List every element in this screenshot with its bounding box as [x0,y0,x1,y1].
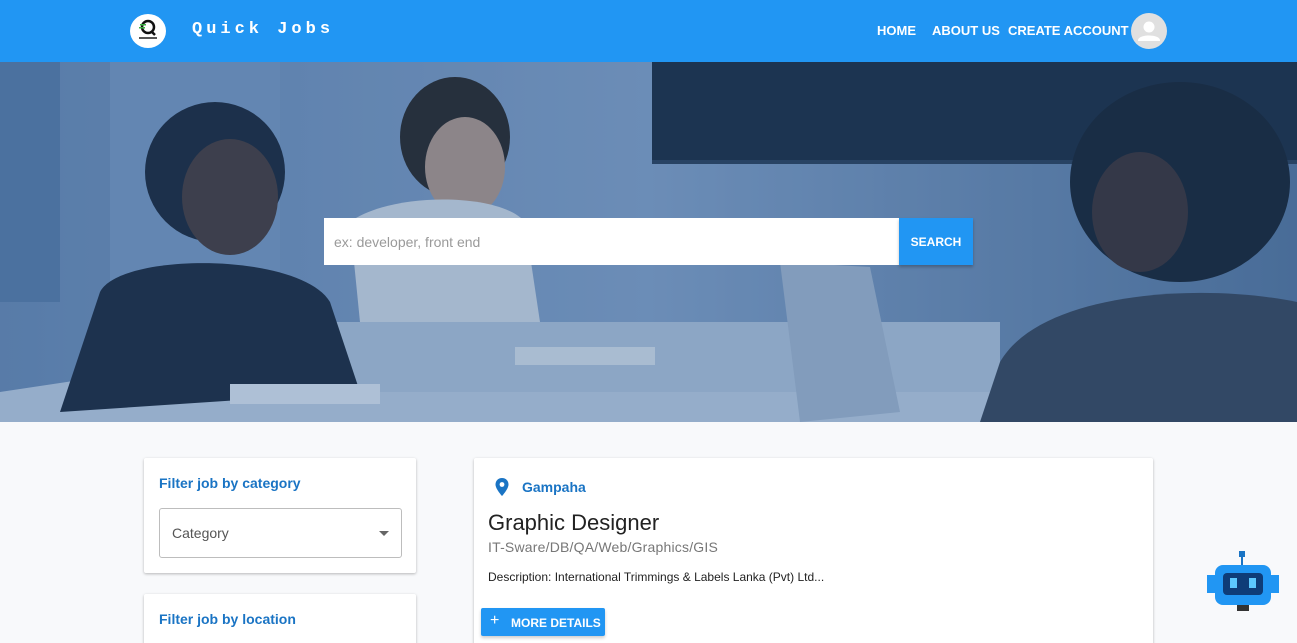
job-title: Graphic Designer [488,510,660,535]
location-pin-icon [495,478,509,496]
job-search-input[interactable] [324,218,899,265]
search-button[interactable]: SEARCH [899,218,973,265]
job-description: Description: International Trimmings & L… [488,570,825,584]
filter-category-card: Filter job by category Category [144,458,416,573]
more-details-label: MORE DETAILS [511,616,601,630]
job-location: Gampaha [522,479,586,495]
nav-home[interactable]: HOME [877,23,916,38]
plus-icon: + [490,612,500,629]
filter-location-title: Filter job by location [159,611,296,627]
top-navbar: Quick Jobs HOME ABOUT US CREATE ACCOUNT [0,0,1297,62]
nav-create-account[interactable]: CREATE ACCOUNT [1008,23,1129,38]
nav-about-us[interactable]: ABOUT US [932,23,1000,38]
job-card: Gampaha Graphic Designer IT-Sware/DB/QA/… [474,458,1153,643]
more-details-button[interactable]: + MORE DETAILS [481,608,605,636]
quick-jobs-logo-icon[interactable] [130,14,166,48]
brand-name[interactable]: Quick Jobs [192,20,334,39]
account-avatar-icon[interactable] [1131,13,1167,49]
robot-chatbot-icon[interactable] [1207,551,1279,611]
category-select[interactable]: Category [159,508,402,558]
filter-category-title: Filter job by category [159,475,301,491]
dropdown-arrow-icon [379,531,389,536]
job-category: IT-Sware/DB/QA/Web/Graphics/GIS [488,539,719,555]
category-select-label: Category [172,525,229,541]
filter-location-card: Filter job by location [144,594,416,643]
hero-banner: SEARCH [0,62,1297,422]
